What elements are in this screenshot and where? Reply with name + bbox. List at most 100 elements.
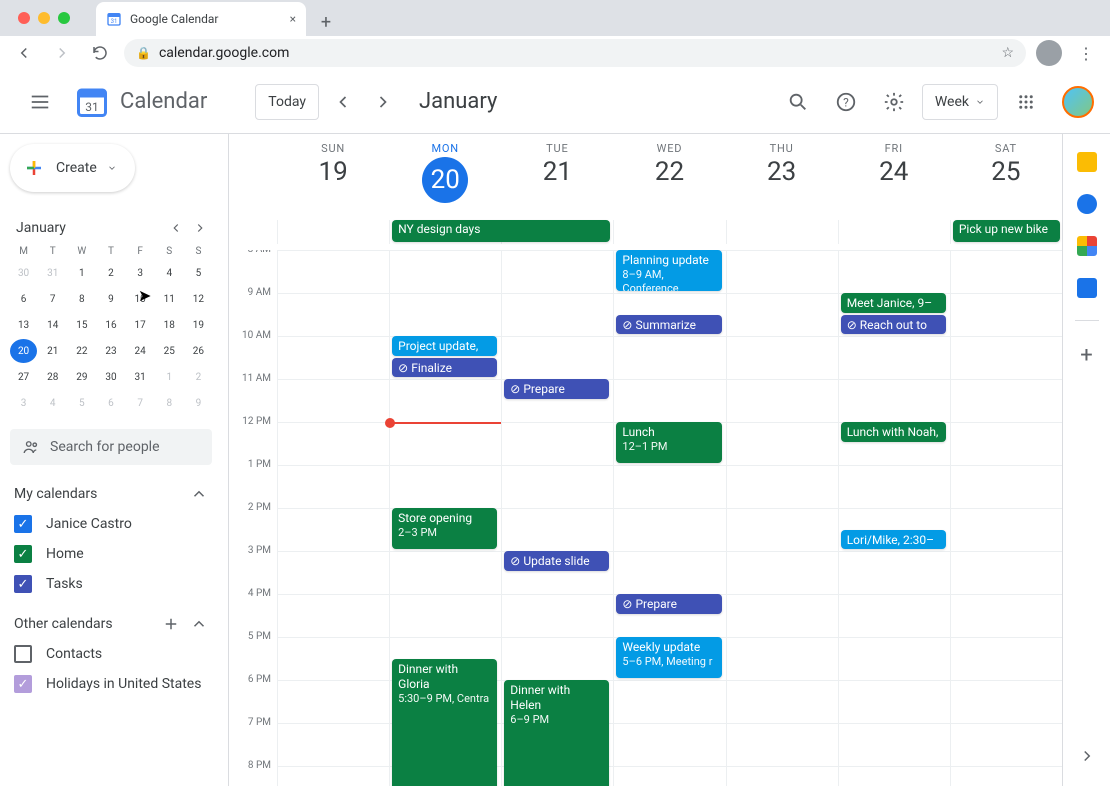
search-people-input[interactable]: Search for people [10, 429, 212, 465]
mini-date-cell[interactable]: 15 [68, 313, 95, 337]
mini-date-cell[interactable]: 23 [97, 339, 124, 363]
account-avatar[interactable] [1062, 86, 1094, 118]
calendar-event[interactable]: Dinner with Gloria5:30–9 PM, Centra [392, 659, 497, 786]
mini-date-cell[interactable]: 31 [127, 365, 154, 389]
main-menu-icon[interactable] [16, 78, 64, 126]
day-column[interactable]: Planning update8–9 AM, Conference ⊘ Summa… [613, 250, 725, 786]
create-button[interactable]: Create [10, 144, 135, 192]
my-calendars-header[interactable]: My calendars [10, 479, 212, 509]
mini-date-cell[interactable]: 2 [185, 365, 212, 389]
mini-date-cell[interactable]: 9 [97, 287, 124, 311]
meet-icon[interactable] [1077, 278, 1097, 298]
mini-date-cell[interactable]: 30 [10, 261, 37, 285]
mini-date-cell[interactable]: 21 [39, 339, 66, 363]
mini-date-cell[interactable]: 25 [156, 339, 183, 363]
calendar-event[interactable]: Dinner with Helen6–9 PM [504, 680, 609, 786]
allday-slot[interactable] [726, 220, 838, 244]
calendar-item[interactable]: ✓Janice Castro [10, 509, 212, 539]
calendar-checkbox[interactable]: ✓ [14, 545, 32, 563]
apps-icon[interactable] [1006, 82, 1046, 122]
search-icon[interactable] [778, 82, 818, 122]
prev-period-button[interactable] [327, 86, 359, 118]
profile-avatar-icon[interactable] [1036, 40, 1062, 66]
mini-date-cell[interactable]: 24 [127, 339, 154, 363]
allday-slot[interactable] [838, 220, 950, 244]
calendar-item[interactable]: Contacts [10, 639, 212, 669]
help-icon[interactable]: ? [826, 82, 866, 122]
minimize-window-icon[interactable] [38, 12, 50, 24]
today-button[interactable]: Today [255, 84, 319, 120]
allday-slot[interactable] [277, 220, 389, 244]
add-addon-icon[interactable]: + [1080, 343, 1092, 368]
window-controls[interactable] [10, 12, 78, 24]
calendar-event[interactable]: Lunch with Noah, [841, 422, 946, 442]
mini-date-cell[interactable]: 12 [185, 287, 212, 311]
mini-date-cell[interactable]: 18 [156, 313, 183, 337]
allday-slot[interactable] [613, 220, 725, 244]
calendar-event[interactable]: Weekly update5–6 PM, Meeting r [616, 637, 721, 678]
maps-icon[interactable] [1077, 236, 1097, 256]
mini-date-cell[interactable]: 8 [68, 287, 95, 311]
day-column[interactable] [726, 250, 838, 786]
mini-date-cell[interactable]: 29 [68, 365, 95, 389]
day-column[interactable] [277, 250, 389, 786]
keep-icon[interactable] [1077, 152, 1097, 172]
calendar-event[interactable]: Store opening2–3 PM [392, 508, 497, 549]
mini-date-cell[interactable]: 3 [10, 391, 37, 415]
mini-date-cell[interactable]: 8 [156, 391, 183, 415]
calendar-event[interactable]: ⊘ Finalize present [392, 358, 497, 378]
day-header[interactable]: SUN19 [277, 134, 389, 220]
mini-date-cell[interactable]: 19 [185, 313, 212, 337]
forward-button[interactable] [48, 39, 76, 67]
mini-date-cell[interactable]: 11 [156, 287, 183, 311]
calendar-item[interactable]: ✓Holidays in United States [10, 669, 212, 699]
mini-date-cell[interactable]: 4 [156, 261, 183, 285]
mini-date-cell[interactable]: 5 [68, 391, 95, 415]
mini-date-cell[interactable]: 1 [156, 365, 183, 389]
day-header[interactable]: WED22 [613, 134, 725, 220]
hide-panel-icon[interactable] [1071, 740, 1103, 772]
settings-icon[interactable] [874, 82, 914, 122]
mini-date-cell[interactable]: 28 [39, 365, 66, 389]
calendar-event[interactable]: Lori/Mike, 2:30–3 [841, 530, 946, 550]
next-period-button[interactable] [367, 86, 399, 118]
browser-tab[interactable]: 31 Google Calendar × [96, 2, 306, 36]
calendar-event[interactable]: ⊘ Summarize find [616, 315, 721, 335]
mini-date-cell[interactable]: 13 [10, 313, 37, 337]
mini-date-cell[interactable]: 3 [127, 261, 154, 285]
mini-date-cell[interactable]: 2 [97, 261, 124, 285]
mini-date-cell[interactable]: 7 [127, 391, 154, 415]
mini-date-cell[interactable]: 17 [127, 313, 154, 337]
add-calendar-icon[interactable] [162, 615, 180, 633]
close-window-icon[interactable] [18, 12, 30, 24]
view-selector[interactable]: Week [922, 84, 998, 120]
reload-button[interactable] [86, 39, 114, 67]
calendar-event[interactable]: Project update, 10 [392, 336, 497, 356]
calendar-event[interactable]: ⊘ Prepare present [616, 594, 721, 614]
tasks-icon[interactable] [1077, 194, 1097, 214]
close-tab-icon[interactable]: × [290, 12, 296, 26]
calendar-event[interactable]: ⊘ Update slide de [504, 551, 609, 571]
mini-prev-button[interactable] [164, 216, 188, 240]
day-header[interactable]: FRI24 [838, 134, 950, 220]
allday-slot[interactable]: NY design days [389, 220, 501, 244]
allday-slot[interactable]: Pick up new bike [950, 220, 1062, 244]
day-header[interactable]: THU23 [726, 134, 838, 220]
mini-date-cell[interactable]: 6 [97, 391, 124, 415]
calendar-event[interactable]: ⊘ Prepare worksh [504, 379, 609, 399]
calendar-checkbox[interactable]: ✓ [14, 575, 32, 593]
mini-date-cell[interactable]: 22 [68, 339, 95, 363]
day-column[interactable]: Project update, 10⊘ Finalize present Stor… [389, 250, 501, 786]
day-header[interactable]: MON20 [389, 134, 501, 220]
calendar-checkbox[interactable] [14, 645, 32, 663]
calendar-event[interactable]: Planning update8–9 AM, Conference [616, 250, 721, 291]
day-column[interactable]: Meet Janice, 9–9:⊘ Reach out to To Lunch … [838, 250, 950, 786]
back-button[interactable] [10, 39, 38, 67]
browser-menu-icon[interactable]: ⋮ [1072, 39, 1100, 67]
mini-date-cell[interactable]: 30 [97, 365, 124, 389]
calendar-event[interactable]: Meet Janice, 9–9: [841, 293, 946, 313]
calendar-item[interactable]: ✓Home [10, 539, 212, 569]
day-column[interactable]: ⊘ Prepare worksh ⊘ Update slide de Dinner … [501, 250, 613, 786]
calendar-event[interactable]: ⊘ Reach out to To [841, 315, 946, 335]
mini-date-cell[interactable]: 14 [39, 313, 66, 337]
